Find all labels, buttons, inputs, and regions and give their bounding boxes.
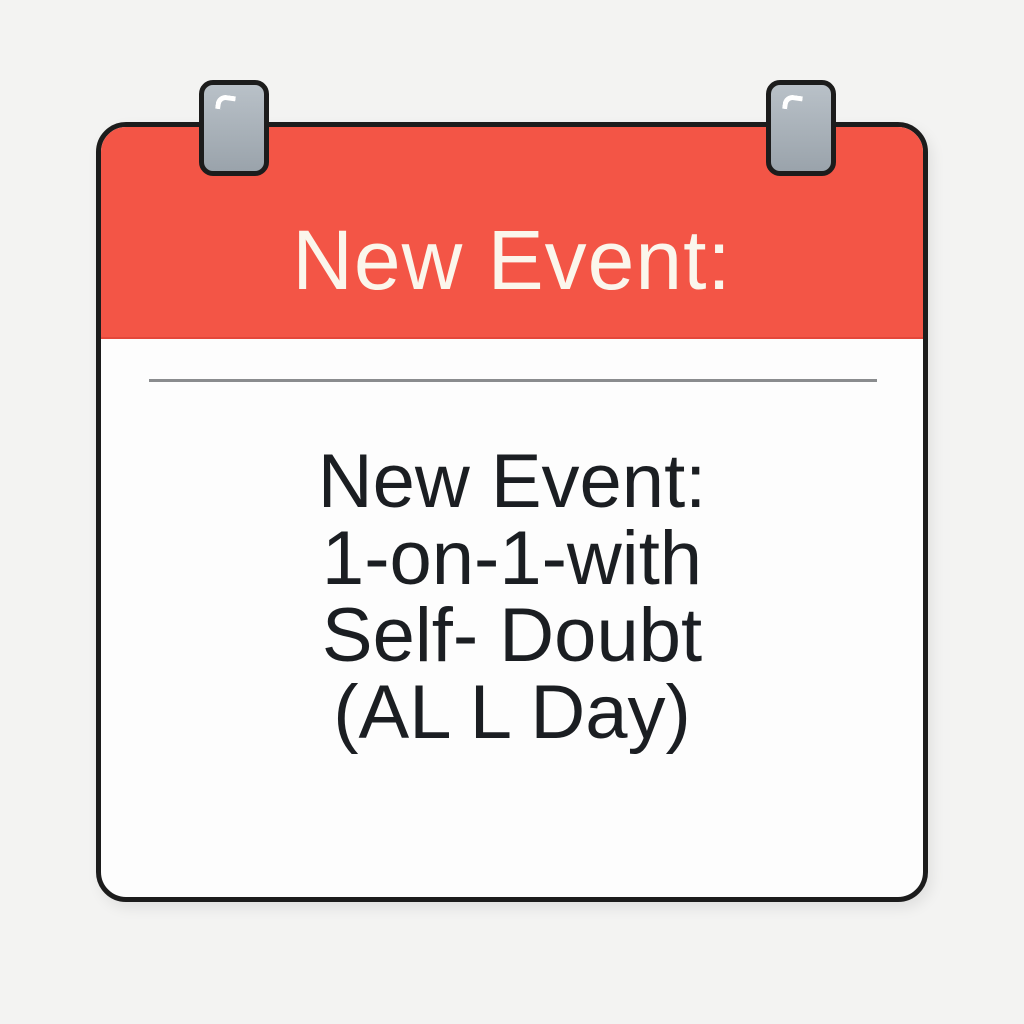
calendar-binder-ring-left <box>199 80 269 176</box>
calendar-card: New Event: New Event: 1-on-1-with Self- … <box>96 122 928 902</box>
event-line-1: New Event: <box>317 439 707 524</box>
event-line-2: 1-on-1-with <box>321 516 703 601</box>
calendar-illustration: New Event: New Event: 1-on-1-with Self- … <box>0 0 1024 1024</box>
event-line-4: (AL L Day) <box>333 670 691 755</box>
calendar-binder-ring-right <box>766 80 836 176</box>
event-description: New Event: 1-on-1-with Self- Doubt (AL L… <box>101 443 923 751</box>
header-title: New Event: <box>292 213 732 307</box>
event-line-3: Self- Doubt <box>321 593 703 678</box>
divider <box>149 379 877 382</box>
